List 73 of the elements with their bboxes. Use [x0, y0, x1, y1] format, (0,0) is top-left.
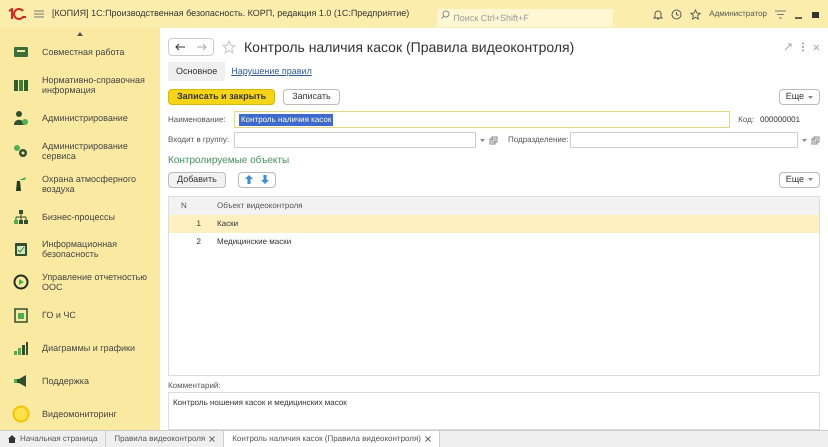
books-icon: [13, 77, 29, 94]
settings-icon[interactable]: [775, 10, 786, 18]
restore-icon[interactable]: [811, 10, 820, 18]
tab-label: Контроль наличия касок (Правила видеоконтроля): [232, 433, 421, 445]
forward-icon[interactable]: [197, 43, 207, 52]
user-name[interactable]: Администратор: [709, 8, 767, 20]
sidebar-item[interactable]: Охрана атмосферного воздуха: [42, 174, 160, 194]
page-tab[interactable]: Контроль наличия касок (Правила видеоконтроля): [224, 431, 440, 447]
search-field[interactable]: Поиск Ctrl+Shift+F: [437, 9, 614, 27]
close-icon[interactable]: [424, 436, 431, 442]
field-label: Наименование:: [168, 114, 227, 126]
gears-icon: [13, 142, 29, 159]
table-cell-text: 2: [196, 236, 202, 248]
sun-icon: [12, 404, 30, 422]
table-cell-text: Каски: [216, 218, 238, 230]
scroll-up-icon[interactable]: [77, 32, 83, 36]
person-icon: [13, 110, 29, 126]
hierarchy-icon: [13, 208, 29, 225]
home-icon: [8, 435, 16, 443]
caret-icon: [808, 178, 813, 182]
arrow-up-icon[interactable]: [244, 175, 253, 184]
sidebar-item[interactable]: Совместная работа: [42, 47, 160, 58]
sidebar-item[interactable]: Администрирование: [42, 113, 160, 124]
tab-label: Правила видеоконтроля: [114, 433, 206, 445]
arrow-down-icon[interactable]: [260, 175, 269, 184]
column-header: Объект видеоконтроля: [216, 200, 303, 212]
bell-icon[interactable]: [653, 8, 664, 20]
megaphone-icon: [13, 372, 29, 389]
dropdown-icon[interactable]: [802, 138, 807, 142]
field-label: Входит в группу:: [168, 134, 230, 146]
search-icon: [441, 10, 450, 18]
star-icon[interactable]: [690, 8, 702, 20]
more-icon[interactable]: [801, 42, 805, 52]
tab-label: Начальная страница: [20, 433, 98, 445]
add-button[interactable]: Добавить: [168, 172, 226, 188]
sidebar-item[interactable]: Нормативно-справочная информация: [42, 75, 160, 96]
menu-icon[interactable]: [34, 10, 44, 18]
table-row[interactable]: 1 Каски: [169, 214, 819, 233]
column-header: N: [180, 200, 188, 212]
dropdown-icon[interactable]: [480, 138, 485, 142]
sidebar-item[interactable]: Поддержка: [42, 376, 160, 386]
table-cell-text: Медицинские маски: [216, 236, 292, 248]
form-tab[interactable]: Основное: [168, 62, 226, 82]
field-label: Код:: [738, 114, 754, 126]
bar-chart-icon: [13, 340, 29, 356]
back-icon[interactable]: [175, 43, 185, 52]
caret-icon: [808, 96, 813, 99]
form-title: Контроль наличия касок (Правила видеоконтроля): [244, 38, 574, 57]
save-close-button[interactable]: Записать и закрыть: [168, 89, 276, 106]
group-field[interactable]: [234, 132, 476, 148]
more-button[interactable]: Еще: [778, 89, 820, 106]
save-button[interactable]: Записать: [283, 89, 340, 106]
name-field[interactable]: Контроль наличия касок: [234, 111, 730, 128]
comment-field[interactable]: Контроль ношения касок и медицинских масок: [168, 392, 820, 430]
division-field[interactable]: [570, 132, 798, 148]
logo-icon: [8, 8, 26, 20]
sidebar-item[interactable]: ГО и ЧС: [42, 310, 160, 320]
sidebar-item[interactable]: Диаграммы и графики: [42, 342, 160, 353]
section-title: Контролируемые объекты: [168, 154, 290, 168]
field-label: Комментарий:: [168, 380, 222, 392]
sidebar-item[interactable]: Видеомониторинг: [42, 408, 160, 418]
play-circle-icon: [13, 274, 29, 290]
more-button[interactable]: Еще: [778, 172, 820, 188]
sidebar-item[interactable]: Управление отчетностью ООС: [42, 272, 160, 292]
sidebar-item[interactable]: Информационная безопасность: [42, 239, 160, 260]
field-label: Подразделение:: [508, 134, 566, 146]
close-icon[interactable]: [209, 436, 216, 442]
sidebar-item[interactable]: Бизнес-процессы: [42, 212, 160, 222]
app-title: [КОПИЯ] 1С:Производственная безопасность. КОРП, редакция 1.0 (1С:Предприятие): [52, 7, 410, 20]
history-icon[interactable]: [671, 8, 682, 20]
form-tab[interactable]: Нарушение правил: [225, 62, 318, 82]
table-cell-text: 1: [196, 218, 202, 230]
sidebar-item[interactable]: Администрирование сервиса: [42, 140, 160, 161]
